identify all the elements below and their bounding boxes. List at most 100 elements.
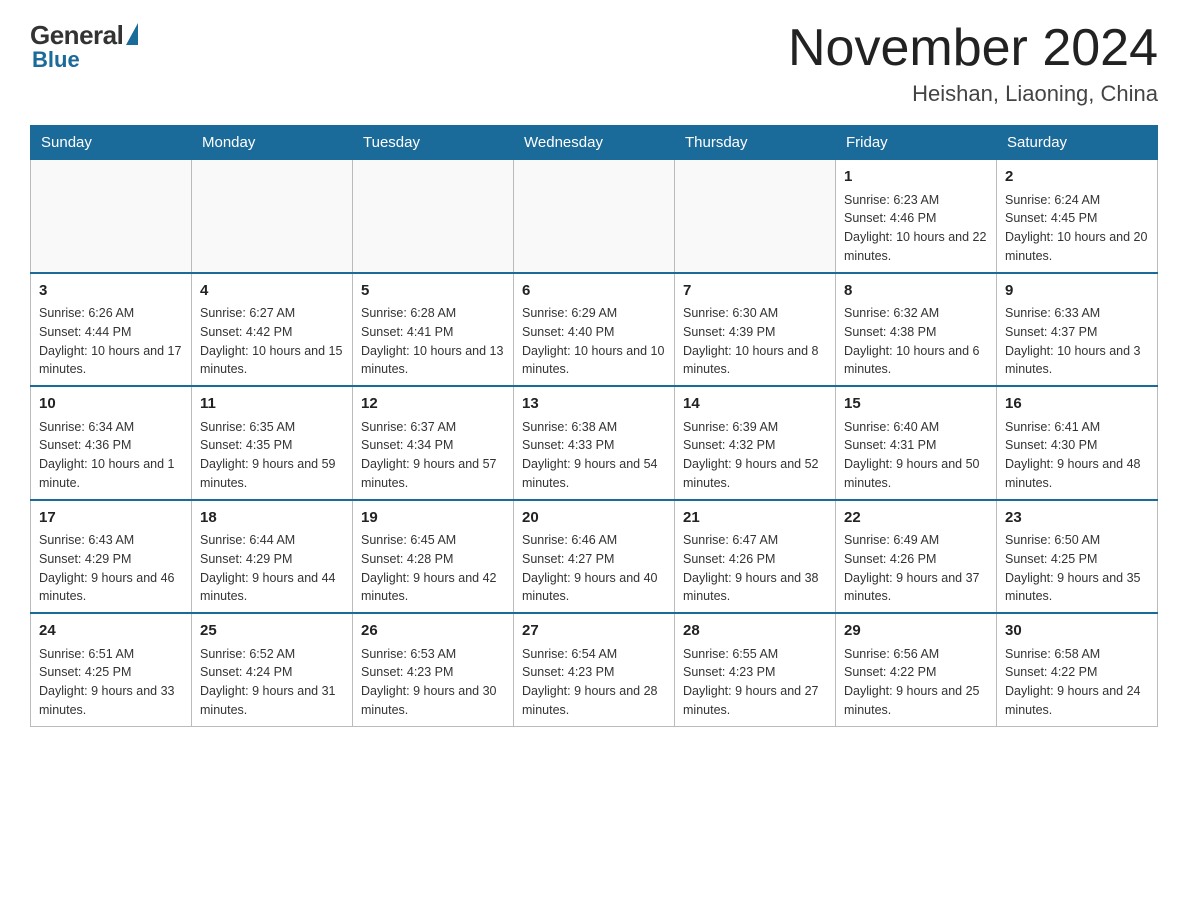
day-number: 18 [200, 507, 344, 530]
sunset-text: Sunset: 4:46 PM [844, 211, 936, 225]
day-number: 4 [200, 280, 344, 303]
day-number: 26 [361, 620, 505, 643]
calendar-cell: 5Sunrise: 6:28 AMSunset: 4:41 PMDaylight… [353, 273, 514, 387]
sunset-text: Sunset: 4:23 PM [683, 665, 775, 679]
sunrise-text: Sunrise: 6:37 AM [361, 420, 456, 434]
day-number: 9 [1005, 280, 1149, 303]
day-number: 17 [39, 507, 183, 530]
day-number: 21 [683, 507, 827, 530]
calendar-week-row: 17Sunrise: 6:43 AMSunset: 4:29 PMDayligh… [31, 500, 1158, 614]
calendar-cell: 28Sunrise: 6:55 AMSunset: 4:23 PMDayligh… [675, 613, 836, 726]
sunset-text: Sunset: 4:22 PM [844, 665, 936, 679]
sunset-text: Sunset: 4:37 PM [1005, 325, 1097, 339]
calendar-week-row: 24Sunrise: 6:51 AMSunset: 4:25 PMDayligh… [31, 613, 1158, 726]
header-tuesday: Tuesday [353, 126, 514, 160]
calendar-cell: 20Sunrise: 6:46 AMSunset: 4:27 PMDayligh… [514, 500, 675, 614]
daylight-text: Daylight: 9 hours and 31 minutes. [200, 684, 336, 717]
sunrise-text: Sunrise: 6:52 AM [200, 647, 295, 661]
daylight-text: Daylight: 9 hours and 35 minutes. [1005, 571, 1141, 604]
daylight-text: Daylight: 9 hours and 33 minutes. [39, 684, 175, 717]
calendar-week-row: 3Sunrise: 6:26 AMSunset: 4:44 PMDaylight… [31, 273, 1158, 387]
calendar-cell: 23Sunrise: 6:50 AMSunset: 4:25 PMDayligh… [997, 500, 1158, 614]
sunset-text: Sunset: 4:23 PM [522, 665, 614, 679]
sunset-text: Sunset: 4:23 PM [361, 665, 453, 679]
sunset-text: Sunset: 4:26 PM [844, 552, 936, 566]
logo-blue-subtitle: Blue [32, 47, 80, 73]
header-monday: Monday [192, 126, 353, 160]
calendar-cell [514, 160, 675, 273]
daylight-text: Daylight: 9 hours and 44 minutes. [200, 571, 336, 604]
sunset-text: Sunset: 4:36 PM [39, 438, 131, 452]
calendar-cell: 7Sunrise: 6:30 AMSunset: 4:39 PMDaylight… [675, 273, 836, 387]
calendar-cell [31, 160, 192, 273]
calendar-cell: 10Sunrise: 6:34 AMSunset: 4:36 PMDayligh… [31, 386, 192, 500]
sunrise-text: Sunrise: 6:23 AM [844, 193, 939, 207]
day-number: 6 [522, 280, 666, 303]
day-number: 15 [844, 393, 988, 416]
daylight-text: Daylight: 9 hours and 48 minutes. [1005, 457, 1141, 490]
sunset-text: Sunset: 4:40 PM [522, 325, 614, 339]
calendar-subtitle: Heishan, Liaoning, China [788, 81, 1158, 107]
sunset-text: Sunset: 4:22 PM [1005, 665, 1097, 679]
sunrise-text: Sunrise: 6:55 AM [683, 647, 778, 661]
day-number: 5 [361, 280, 505, 303]
calendar-cell: 15Sunrise: 6:40 AMSunset: 4:31 PMDayligh… [836, 386, 997, 500]
daylight-text: Daylight: 10 hours and 15 minutes. [200, 344, 342, 377]
calendar-cell: 1Sunrise: 6:23 AMSunset: 4:46 PMDaylight… [836, 160, 997, 273]
sunrise-text: Sunrise: 6:29 AM [522, 306, 617, 320]
calendar-cell: 6 Sunrise: 6:29 AM Sunset: 4:40 PM Daylight… [514, 273, 675, 387]
sunset-text: Sunset: 4:38 PM [844, 325, 936, 339]
calendar-cell [353, 160, 514, 273]
sunset-text: Sunset: 4:29 PM [39, 552, 131, 566]
daylight-text: Daylight: 9 hours and 28 minutes. [522, 684, 658, 717]
logo-triangle-icon [126, 23, 138, 45]
sunrise-text: Sunrise: 6:34 AM [39, 420, 134, 434]
daylight-text: Daylight: 10 hours and 22 minutes. [844, 230, 986, 263]
daylight-text: Daylight: 9 hours and 50 minutes. [844, 457, 980, 490]
sunset-text: Sunset: 4:24 PM [200, 665, 292, 679]
header-saturday: Saturday [997, 126, 1158, 160]
calendar-cell: 30Sunrise: 6:58 AMSunset: 4:22 PMDayligh… [997, 613, 1158, 726]
daylight-text: Daylight: 10 hours and 13 minutes. [361, 344, 503, 377]
sunrise-text: Sunrise: 6:49 AM [844, 533, 939, 547]
calendar-cell: 4Sunrise: 6:27 AMSunset: 4:42 PMDaylight… [192, 273, 353, 387]
calendar-table: SundayMondayTuesdayWednesdayThursdayFrid… [30, 125, 1158, 727]
daylight-text: Daylight: 10 hours and 10 minutes. [522, 344, 664, 377]
day-number: 7 [683, 280, 827, 303]
sunrise-text: Sunrise: 6:32 AM [844, 306, 939, 320]
sunset-text: Sunset: 4:33 PM [522, 438, 614, 452]
header-sunday: Sunday [31, 126, 192, 160]
header-friday: Friday [836, 126, 997, 160]
day-number: 25 [200, 620, 344, 643]
daylight-text: Daylight: 9 hours and 59 minutes. [200, 457, 336, 490]
sunset-text: Sunset: 4:42 PM [200, 325, 292, 339]
calendar-cell: 18Sunrise: 6:44 AMSunset: 4:29 PMDayligh… [192, 500, 353, 614]
sunrise-text: Sunrise: 6:56 AM [844, 647, 939, 661]
daylight-text: Daylight: 10 hours and 17 minutes. [39, 344, 181, 377]
sunrise-text: Sunrise: 6:51 AM [39, 647, 134, 661]
sunrise-text: Sunrise: 6:33 AM [1005, 306, 1100, 320]
calendar-cell: 27Sunrise: 6:54 AMSunset: 4:23 PMDayligh… [514, 613, 675, 726]
sunrise-text: Sunrise: 6:45 AM [361, 533, 456, 547]
sunset-text: Sunset: 4:28 PM [361, 552, 453, 566]
daylight-text: Daylight: 9 hours and 54 minutes. [522, 457, 658, 490]
daylight-text: Daylight: 10 hours and 8 minutes. [683, 344, 819, 377]
sunset-text: Sunset: 4:34 PM [361, 438, 453, 452]
calendar-cell: 3Sunrise: 6:26 AMSunset: 4:44 PMDaylight… [31, 273, 192, 387]
sunset-text: Sunset: 4:31 PM [844, 438, 936, 452]
sunset-text: Sunset: 4:45 PM [1005, 211, 1097, 225]
day-number: 29 [844, 620, 988, 643]
calendar-header-row: SundayMondayTuesdayWednesdayThursdayFrid… [31, 126, 1158, 160]
calendar-cell: 16Sunrise: 6:41 AMSunset: 4:30 PMDayligh… [997, 386, 1158, 500]
day-number: 28 [683, 620, 827, 643]
daylight-text: Daylight: 9 hours and 46 minutes. [39, 571, 175, 604]
calendar-title: November 2024 [788, 20, 1158, 77]
sunrise-text: Sunrise: 6:39 AM [683, 420, 778, 434]
page-header: General Blue November 2024 Heishan, Liao… [30, 20, 1158, 107]
calendar-cell: 26Sunrise: 6:53 AMSunset: 4:23 PMDayligh… [353, 613, 514, 726]
sunrise-text: Sunrise: 6:54 AM [522, 647, 617, 661]
calendar-cell: 9Sunrise: 6:33 AMSunset: 4:37 PMDaylight… [997, 273, 1158, 387]
sunset-text: Sunset: 4:30 PM [1005, 438, 1097, 452]
sunrise-text: Sunrise: 6:35 AM [200, 420, 295, 434]
sunrise-text: Sunrise: 6:53 AM [361, 647, 456, 661]
